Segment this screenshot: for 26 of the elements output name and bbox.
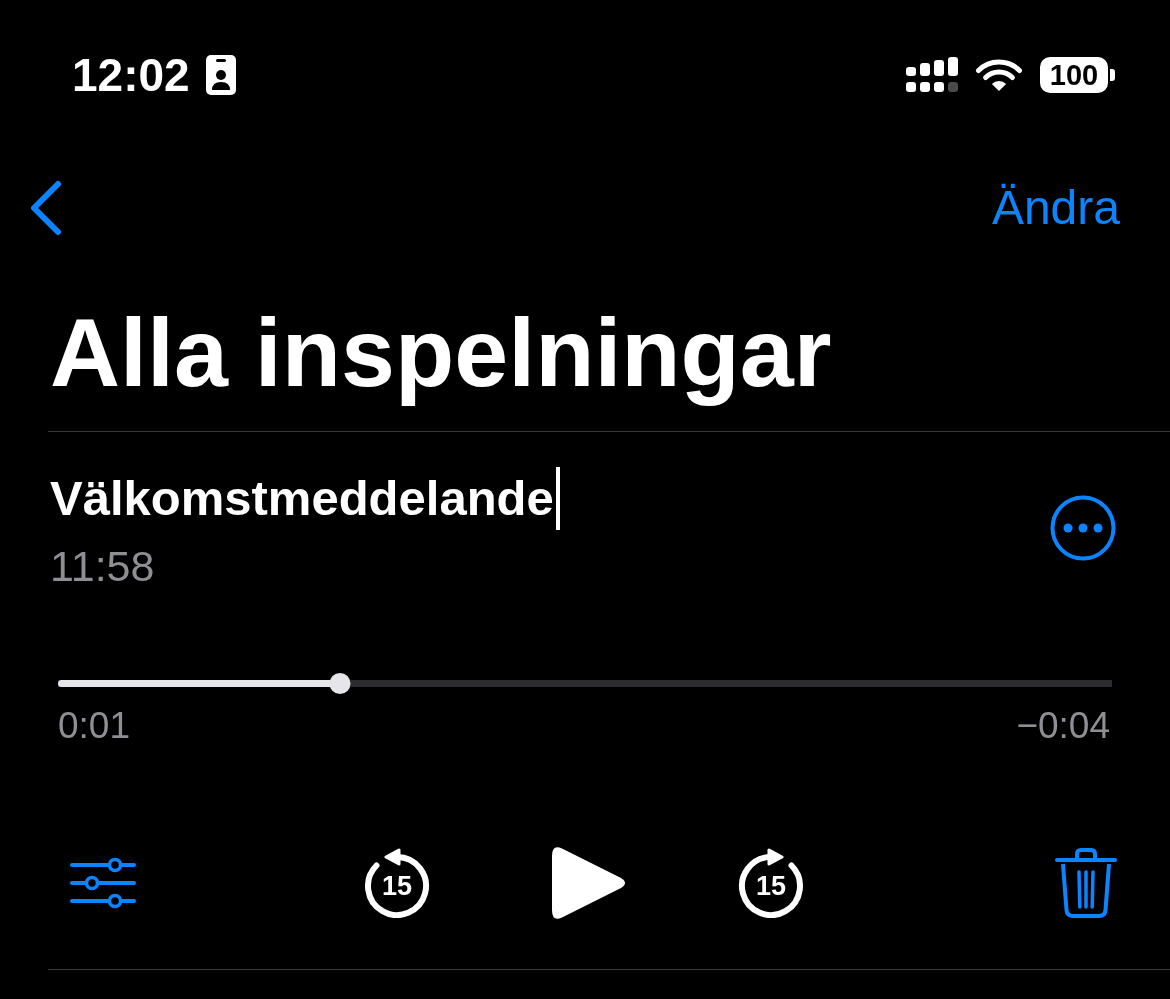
person-badge-icon <box>205 55 236 95</box>
skip-forward-button[interactable]: 15 <box>737 847 805 918</box>
sliders-icon <box>70 856 136 909</box>
recording-time: 11:58 <box>50 544 155 588</box>
delete-button[interactable] <box>1055 846 1117 919</box>
trash-icon <box>1055 846 1117 919</box>
more-options-button[interactable] <box>1050 494 1116 561</box>
slider-thumb[interactable] <box>329 672 351 694</box>
skip-back-button[interactable]: 15 <box>363 847 431 918</box>
recording-name-field[interactable]: Välkomstmeddelande <box>50 466 560 530</box>
back-button[interactable] <box>28 180 62 236</box>
edit-button[interactable]: Ändra <box>991 184 1120 232</box>
battery-indicator: 100 <box>1040 57 1115 93</box>
back-chevron-icon <box>28 180 62 236</box>
audio-settings-button[interactable] <box>70 856 136 909</box>
play-icon <box>552 846 626 919</box>
ellipsis-circle-icon <box>1050 494 1116 561</box>
circular-arrow-icon <box>737 847 805 918</box>
play-button[interactable] <box>552 846 626 919</box>
status-time: 12:02 <box>72 52 190 98</box>
cellular-signal-icon <box>906 57 958 93</box>
elapsed-time: 0:01 <box>58 706 130 744</box>
circular-arrow-icon <box>363 847 431 918</box>
page-title: Alla inspelningar <box>50 297 832 409</box>
wifi-icon <box>975 58 1023 92</box>
remaining-time: −0:04 <box>1016 706 1110 744</box>
